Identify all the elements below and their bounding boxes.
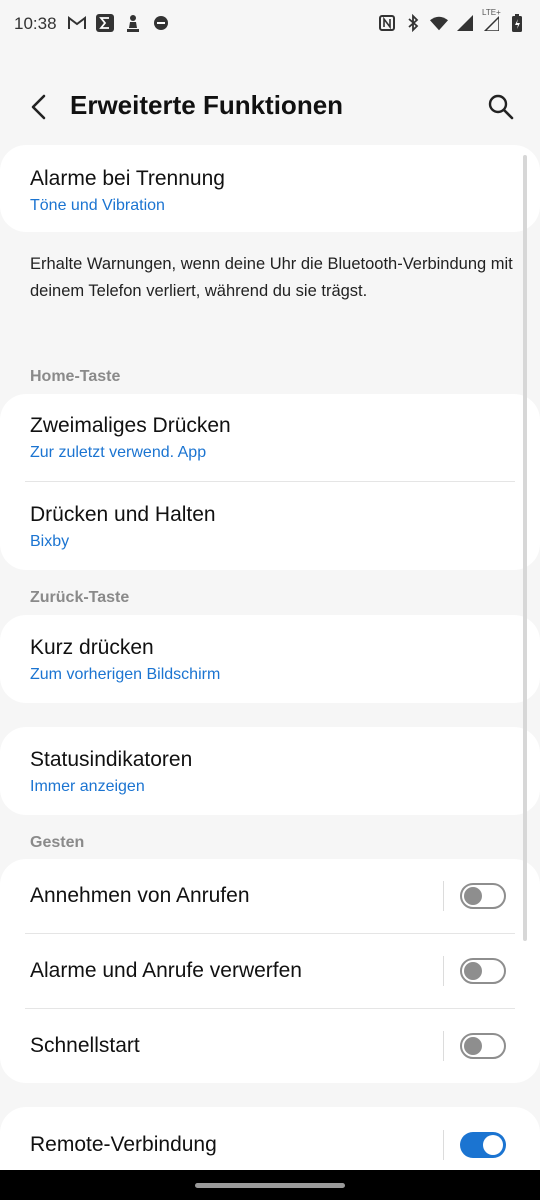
divider [25,1008,515,1009]
divider [25,933,515,934]
wifi-icon [430,14,448,32]
double-press-setting[interactable]: Zweimaliges Drücken Zur zuletzt verwend.… [30,414,231,462]
status-indicators-title: Statusindikatoren [30,748,193,771]
double-press-subtitle: Zur zuletzt verwend. App [30,444,207,461]
chess-pawn-icon [124,14,142,32]
gmail-icon [68,14,86,32]
bluetooth-icon [404,14,422,32]
answer-calls-toggle[interactable] [460,883,506,909]
battery-icon [508,14,526,32]
status-indicators-subtitle: Immer anzeigen [30,778,145,795]
lte-label: LTE+ [482,8,501,17]
alarms-description: Erhalte Warnungen, wenn deine Uhr die Bl… [30,255,513,300]
quick-launch-toggle[interactable] [460,1033,506,1059]
signal-lte-icon: LTE+ [482,8,501,32]
remote-connection-toggle[interactable] [460,1132,506,1158]
quick-launch-row[interactable]: Schnellstart [30,1034,140,1058]
status-card: Statusindikatoren Immer anzeigen [0,727,540,815]
dnd-icon [152,14,170,32]
answer-calls-row[interactable]: Annehmen von Anrufen [30,884,250,908]
status-indicators-setting[interactable]: Statusindikatoren Immer anzeigen [30,748,192,796]
answer-calls-title: Annehmen von Anrufen [30,884,250,907]
back-key-card: Kurz drücken Zum vorherigen Bildschirm [0,615,540,703]
remote-connection-row[interactable]: Remote-Verbindung [30,1133,217,1157]
section-back-key: Zurück-Taste [30,589,130,606]
alarms-card: Alarme bei Trennung Töne und Vibration [0,145,540,232]
double-press-title: Zweimaliges Drücken [30,414,231,437]
alarms-setting[interactable]: Alarme bei Trennung Töne und Vibration [30,167,225,215]
short-press-title: Kurz drücken [30,636,154,659]
dismiss-alarms-title: Alarme und Anrufe verwerfen [30,959,302,982]
search-button[interactable] [486,92,516,122]
divider [25,481,515,482]
gestures-card: Annehmen von Anrufen Alarme und Anrufe v… [0,859,540,1083]
press-hold-title: Drücken und Halten [30,503,216,526]
short-press-subtitle: Zum vorherigen Bildschirm [30,666,221,683]
navigation-bar [0,1170,540,1200]
section-gestures: Gesten [30,834,85,851]
status-time: 10:38 [14,14,57,33]
alarms-subtitle: Töne und Vibration [30,197,165,214]
nfc-icon [378,14,396,32]
dismiss-alarms-toggle[interactable] [460,958,506,984]
toggle-separator [443,1130,444,1160]
quick-launch-title: Schnellstart [30,1034,140,1057]
press-hold-subtitle: Bixby [30,533,70,550]
toggle-separator [443,1031,444,1061]
remote-connection-title: Remote-Verbindung [30,1133,217,1156]
press-hold-setting[interactable]: Drücken und Halten Bixby [30,503,216,551]
back-arrow-icon [31,94,46,120]
search-icon [488,94,514,120]
status-bar: 10:38 LTE+ [0,0,540,52]
home-key-card: Zweimaliges Drücken Zur zuletzt verwend.… [0,394,540,570]
back-button[interactable] [26,90,54,124]
sigma-app-icon [96,14,114,32]
dismiss-alarms-row[interactable]: Alarme und Anrufe verwerfen [30,959,302,983]
home-gesture-handle[interactable] [195,1183,345,1188]
signal-icon [456,14,474,32]
app-header: Erweiterte Funktionen [0,72,540,142]
page-title: Erweiterte Funktionen [70,90,344,120]
toggle-separator [443,881,444,911]
toggle-separator [443,956,444,986]
section-home-key: Home-Taste [30,368,121,385]
scrollbar[interactable] [523,155,527,941]
alarms-title: Alarme bei Trennung [30,167,225,190]
short-press-setting[interactable]: Kurz drücken Zum vorherigen Bildschirm [30,636,220,684]
